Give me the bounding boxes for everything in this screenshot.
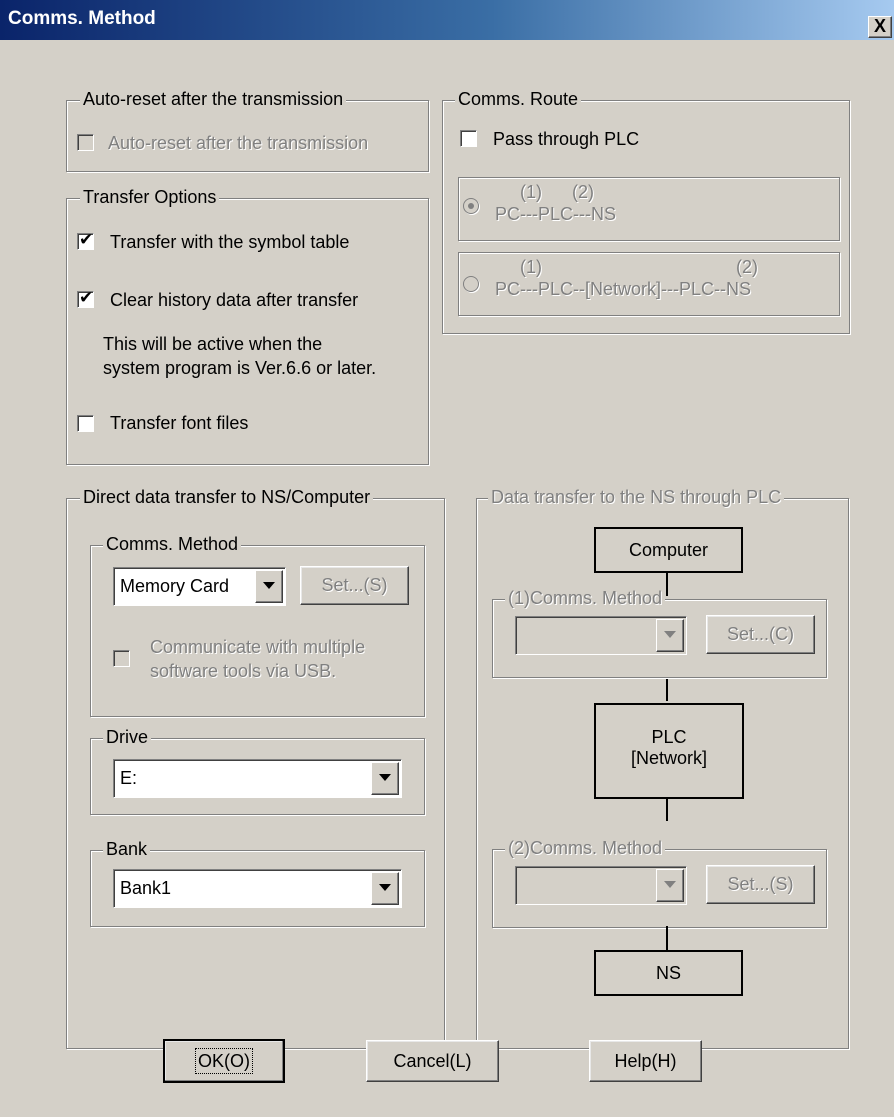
- usb-multiple-tools-checkbox[interactable]: [113, 650, 130, 667]
- usb-line2: software tools via USB.: [150, 661, 337, 681]
- bank-value: Bank1: [120, 878, 172, 898]
- route-option2-path: PC---PLC--[Network]---PLC--NS: [495, 279, 751, 299]
- connector-line: [666, 679, 668, 701]
- clear-history-label: Clear history data after transfer: [110, 290, 359, 310]
- connector-line: [666, 572, 668, 596]
- help-button-label: Help(H): [614, 1051, 677, 1071]
- bank-dropdown-button[interactable]: [371, 872, 399, 905]
- drive-value: E:: [120, 768, 138, 788]
- auto-reset-group-label: Auto-reset after the transmission: [80, 89, 347, 110]
- clear-history-checkbox[interactable]: ✔: [77, 288, 94, 308]
- computer-label: Computer: [628, 540, 709, 560]
- comms-method-value: Memory Card: [120, 576, 230, 596]
- route-option2-radio[interactable]: [463, 276, 479, 292]
- font-files-checkbox[interactable]: [77, 415, 94, 432]
- version-note-line1: This will be active when the: [103, 334, 323, 354]
- bank-dropdown[interactable]: Bank1: [113, 869, 402, 908]
- symbol-table-label: Transfer with the symbol table: [110, 232, 350, 252]
- set1-button-label: Set...(C): [726, 624, 794, 644]
- ns-label: NS: [655, 963, 681, 983]
- ok-button[interactable]: OK(O): [163, 1039, 285, 1083]
- chevron-down-icon: [263, 582, 275, 589]
- drive-dropdown-button[interactable]: [371, 762, 399, 795]
- method2-label: (2)Comms. Method: [505, 838, 666, 859]
- checkmark-icon: ✔: [79, 288, 94, 307]
- chevron-down-icon: [664, 631, 676, 638]
- close-button[interactable]: X: [868, 16, 892, 38]
- set-button-label: Set...(S): [321, 575, 388, 595]
- comms-method-dropdown[interactable]: Memory Card: [113, 567, 286, 606]
- chevron-down-icon: [664, 881, 676, 888]
- pass-through-plc-label: Pass through PLC: [493, 129, 640, 149]
- help-button[interactable]: Help(H): [589, 1040, 702, 1082]
- route-option2-mark2: (2): [736, 257, 758, 277]
- plc-line1: PLC: [651, 727, 687, 747]
- close-icon: X: [873, 16, 886, 36]
- cancel-button[interactable]: Cancel(L): [366, 1040, 499, 1082]
- route-option2-mark1: (1): [520, 257, 542, 277]
- method2-set-button[interactable]: Set...(S): [706, 865, 815, 904]
- method2-dropdown-button[interactable]: [656, 869, 684, 902]
- auto-reset-checkbox[interactable]: [77, 134, 94, 151]
- set2-button-label: Set...(S): [727, 874, 794, 894]
- route-option1-radio[interactable]: [463, 198, 479, 214]
- comms-method-label: Comms. Method: [103, 534, 242, 555]
- connector-line: [666, 926, 668, 950]
- comms-method-dropdown-button[interactable]: [255, 570, 283, 603]
- direct-transfer-label: Direct data transfer to NS/Computer: [80, 487, 374, 508]
- ns-box: NS: [594, 950, 743, 996]
- route-option1-marks: (1) (2): [520, 182, 595, 202]
- method1-dropdown-button[interactable]: [656, 619, 684, 652]
- method1-dropdown[interactable]: [515, 616, 687, 655]
- drive-dropdown[interactable]: E:: [113, 759, 402, 798]
- checkmark-icon: ✔: [79, 230, 94, 249]
- plc-network-box: PLC [Network]: [594, 703, 744, 799]
- chevron-down-icon: [379, 774, 391, 781]
- usb-line1: Communicate with multiple: [150, 637, 366, 657]
- chevron-down-icon: [379, 884, 391, 891]
- method2-dropdown[interactable]: [515, 866, 687, 905]
- plc-line2: [Network]: [630, 748, 708, 768]
- bank-label: Bank: [103, 839, 151, 860]
- font-files-label: Transfer font files: [110, 413, 249, 433]
- comms-method-set-button[interactable]: Set...(S): [300, 566, 409, 605]
- method1-set-button[interactable]: Set...(C): [706, 615, 815, 654]
- window-title: Comms. Method: [8, 8, 156, 29]
- plc-transfer-label: Data transfer to the NS through PLC: [488, 487, 785, 508]
- symbol-table-checkbox[interactable]: ✔: [77, 230, 94, 250]
- version-note-line2: system program is Ver.6.6 or later.: [103, 358, 377, 378]
- cancel-button-label: Cancel(L): [393, 1051, 472, 1071]
- ok-button-label: OK(O): [195, 1048, 253, 1074]
- transfer-options-label: Transfer Options: [80, 187, 220, 208]
- drive-label: Drive: [103, 727, 152, 748]
- pass-through-plc-checkbox[interactable]: [460, 130, 477, 147]
- computer-box: Computer: [594, 527, 743, 573]
- comms-route-label: Comms. Route: [455, 89, 582, 110]
- method1-label: (1)Comms. Method: [505, 588, 666, 609]
- auto-reset-checkbox-label: Auto-reset after the transmission: [108, 133, 369, 153]
- route-option1-path: PC---PLC---NS: [495, 204, 616, 224]
- connector-line: [666, 799, 668, 821]
